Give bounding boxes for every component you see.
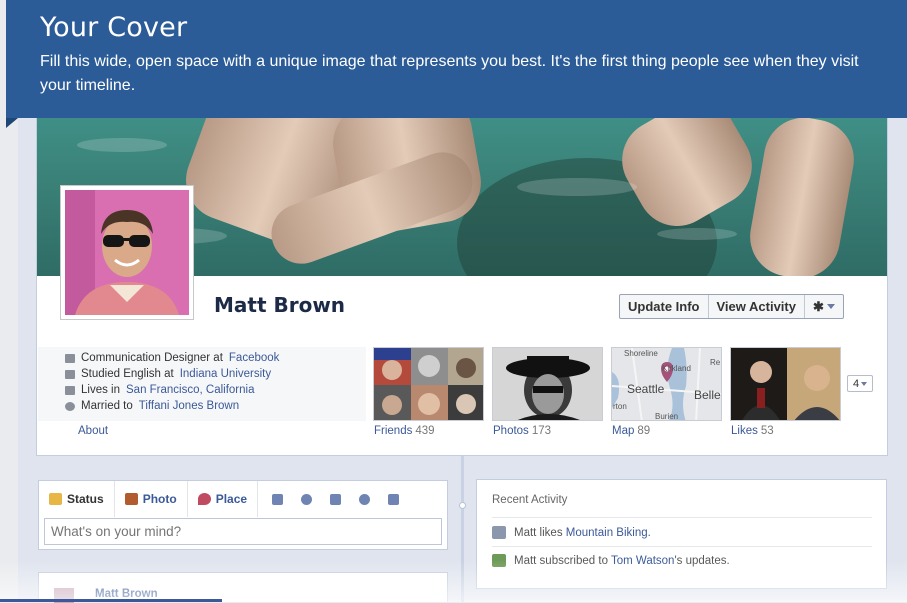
thumbs-up-icon [492, 526, 506, 539]
likes-tile[interactable] [730, 347, 841, 421]
map-place-re: Re [710, 358, 721, 367]
tom-watson-link[interactable]: Tom Watson [611, 555, 674, 567]
graduation-cap-icon [65, 369, 75, 379]
info-box: Communication Designer at Facebook Studi… [38, 347, 366, 421]
likes-text: Likes [731, 425, 758, 437]
friends-label[interactable]: Friends 439 [374, 425, 435, 437]
likes-thumbnail [731, 348, 840, 420]
photos-thumbnail [493, 348, 602, 420]
map-place-kirkland: Kirkland [662, 364, 691, 373]
profile-action-bar: Update Info View Activity ✱ [619, 294, 844, 319]
briefcase-icon [65, 353, 75, 363]
heart-icon [65, 401, 75, 411]
recent-activity-separator [492, 517, 872, 518]
tooltip-notch [6, 118, 18, 128]
photos-text: Photos [493, 425, 529, 437]
friends-collage [374, 348, 483, 420]
recent-activity-title: Recent Activity [492, 494, 568, 506]
tab-status[interactable]: Status [39, 481, 115, 517]
timeline-divider-dot [459, 502, 466, 509]
photo-icon [124, 493, 138, 505]
health-apple-icon[interactable] [359, 493, 371, 505]
map-place-burien: Burien [655, 412, 679, 421]
likes-count: 53 [760, 425, 774, 437]
more-apps-count: 4 [852, 377, 860, 390]
study-link[interactable]: Indiana University [180, 368, 271, 380]
subscribe-icon [492, 554, 506, 567]
tooltip-body: Fill this wide, open space with a unique… [40, 53, 859, 94]
cover-tooltip: Your Cover Fill this wide, open space wi… [6, 0, 907, 118]
map-label[interactable]: Map 89 [612, 425, 650, 437]
tab-photo[interactable]: Photo [115, 481, 188, 517]
activity-like-text: Matt likes [514, 526, 563, 539]
about-link[interactable]: About [78, 425, 108, 437]
study-text: Studied English at [81, 368, 174, 380]
friends-text: Friends [374, 425, 413, 437]
gear-icon: ✱ [812, 299, 824, 314]
profile-photo-image [65, 190, 189, 315]
place-pin-icon [197, 493, 211, 505]
map-place-burton: rton [613, 402, 627, 411]
status-input[interactable] [44, 518, 442, 545]
work-event-icon[interactable] [272, 493, 284, 505]
married-line: Married to Tiffani Jones Brown [65, 400, 239, 412]
lives-line: Lives in San Francisco, California [65, 384, 254, 396]
study-line: Studied English at Indiana University [65, 368, 271, 380]
mountain-biking-link[interactable]: Mountain Biking. [566, 527, 651, 539]
more-apps-dropdown[interactable]: 4 [847, 375, 873, 392]
map-place-bellevue: Belle [694, 388, 721, 402]
lives-link[interactable]: San Francisco, California [126, 384, 254, 396]
tab-place-label: Place [215, 492, 248, 506]
status-icon [49, 493, 62, 505]
update-info-button[interactable]: Update Info [620, 295, 709, 318]
activity-subscribe-suffix: 's updates. [674, 554, 730, 567]
relationship-heart-icon[interactable] [301, 493, 313, 505]
tab-status-label: Status [67, 492, 104, 506]
view-activity-button[interactable]: View Activity [709, 295, 805, 318]
tooltip-title: Your Cover [40, 12, 188, 43]
activity-item-subscribe: Matt subscribed to Tom Watson's updates. [492, 554, 730, 567]
home-living-icon[interactable] [330, 493, 342, 505]
home-icon [65, 385, 75, 395]
activity-subscribe-text: Matt subscribed to [514, 554, 608, 567]
photos-count: 173 [531, 425, 551, 437]
composer-tabs: Status Photo Place [39, 481, 408, 517]
profile-picture[interactable] [60, 185, 194, 320]
map-place-shoreline: Shoreline [624, 349, 658, 358]
friends-count: 439 [415, 425, 435, 437]
settings-menu-button[interactable]: ✱ [805, 295, 843, 318]
activity-item-like: Matt likes Mountain Biking. [492, 526, 651, 539]
work-link[interactable]: Facebook [229, 352, 280, 364]
lives-text: Lives in [81, 384, 120, 396]
friends-tile[interactable] [373, 347, 484, 421]
map-tile[interactable]: Shoreline Kirkland Seattle Re Belle rton… [611, 347, 722, 421]
recent-activity-separator [492, 546, 872, 547]
map-text: Map [612, 425, 635, 437]
milestone-flag-icon[interactable] [388, 493, 400, 505]
recent-activity-box: Recent Activity Matt likes Mountain Biki… [476, 479, 887, 589]
chevron-down-icon [826, 304, 835, 309]
likes-label[interactable]: Likes 53 [731, 425, 774, 437]
married-text: Married to [81, 400, 133, 412]
photos-label[interactable]: Photos 173 [493, 425, 551, 437]
profile-name: Matt Brown [214, 293, 346, 317]
timeline-divider [461, 456, 464, 602]
work-line: Communication Designer at Facebook [65, 352, 279, 364]
map-place-seattle: Seattle [627, 382, 665, 396]
photos-tile[interactable] [492, 347, 603, 421]
work-text: Communication Designer at [81, 352, 223, 364]
story-card: Matt Brown [38, 572, 448, 603]
tab-place[interactable]: Place [188, 481, 259, 517]
married-link[interactable]: Tiffani Jones Brown [139, 400, 239, 412]
tab-photo-label: Photo [142, 492, 177, 506]
chevron-down-icon [861, 381, 868, 386]
map-count: 89 [637, 425, 651, 437]
status-composer: Status Photo Place [38, 480, 448, 550]
